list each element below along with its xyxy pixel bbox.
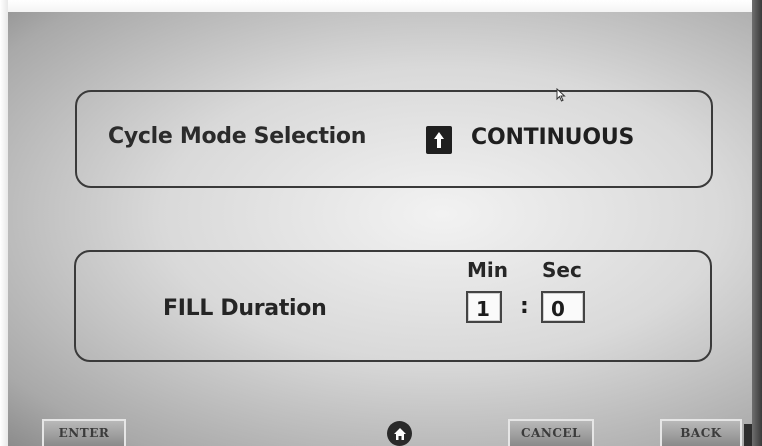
- seconds-header: Sec: [542, 258, 582, 282]
- home-icon: [393, 427, 406, 440]
- enter-button[interactable]: ENTER: [42, 419, 126, 446]
- screen-bezel-left: [0, 0, 8, 446]
- time-separator: :: [520, 294, 529, 319]
- fill-minutes-field[interactable]: 1: [466, 291, 502, 323]
- cancel-button[interactable]: CANCEL: [508, 419, 594, 446]
- up-arrow-icon: [434, 132, 444, 148]
- screen-bezel-top: [0, 0, 762, 12]
- fill-seconds-field[interactable]: 0: [541, 291, 585, 323]
- cycle-mode-toggle-button[interactable]: [426, 126, 452, 154]
- cycle-mode-label: Cycle Mode Selection: [108, 124, 367, 149]
- minutes-header: Min: [467, 258, 508, 282]
- back-button[interactable]: BACK: [660, 419, 742, 446]
- hmi-screen: Cycle Mode Selection CONTINUOUS FILL Dur…: [0, 0, 762, 446]
- fill-duration-label: FILL Duration: [163, 296, 327, 321]
- mouse-pointer-icon: [556, 88, 566, 102]
- cycle-mode-value: CONTINUOUS: [471, 125, 635, 150]
- screen-corner-edge: [744, 424, 752, 446]
- home-button[interactable]: [387, 421, 412, 446]
- screen-bezel-right: [752, 0, 762, 446]
